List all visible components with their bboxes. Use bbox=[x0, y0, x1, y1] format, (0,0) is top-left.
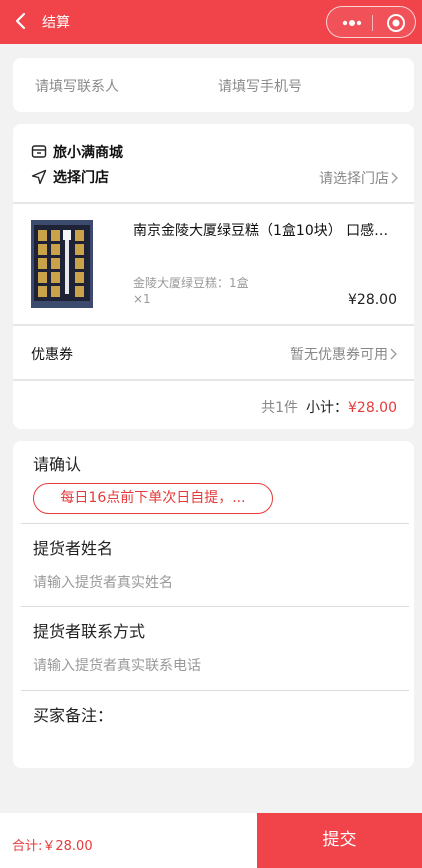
subtotal-label: 小计： bbox=[306, 400, 348, 416]
chevron-right-icon bbox=[391, 172, 398, 184]
submit-button[interactable]: 提交 bbox=[257, 813, 422, 868]
buyer-remark-label: 买家备注： bbox=[33, 706, 114, 725]
store-icon bbox=[31, 145, 47, 158]
product-title[interactable]: 南京金陵大厦绿豆糕（1盒10块） 口感细腻 bbox=[133, 220, 401, 240]
divider bbox=[21, 523, 409, 524]
divider bbox=[13, 379, 414, 381]
pickup-form-card: 请确认 每日16点前下单次日自提，... 提货者姓名 请输入提货者真实姓名 提货… bbox=[13, 441, 414, 768]
navigation-arrow-icon bbox=[31, 169, 47, 185]
order-total: 合计:￥28.00 bbox=[12, 839, 93, 854]
order-card: 旅小满商城 选择门店 请选择门店 南京金陵大厦绿豆糕（1盒10块） 口感细腻 金… bbox=[13, 124, 414, 429]
mini-program-capsule bbox=[326, 6, 416, 38]
picker-contact-input[interactable]: 请输入提货者真实联系电话 bbox=[33, 655, 201, 675]
confirm-label: 请确认 bbox=[33, 455, 82, 474]
select-shop-row[interactable]: 选择门店 请选择门店 bbox=[31, 166, 398, 188]
coupon-label[interactable]: 优惠券 bbox=[31, 344, 73, 364]
product-image[interactable] bbox=[31, 220, 93, 308]
chevron-right-icon[interactable] bbox=[390, 348, 398, 360]
capsule-divider bbox=[372, 15, 373, 31]
store-name: 旅小满商城 bbox=[53, 145, 123, 161]
product-price: ¥28.00 bbox=[348, 292, 397, 308]
picker-name-input[interactable]: 请输入提货者真实姓名 bbox=[33, 572, 173, 592]
picker-name-label: 提货者姓名 bbox=[33, 539, 114, 558]
top-nav-bar: 结算 bbox=[0, 0, 422, 44]
chevron-left-icon[interactable] bbox=[10, 10, 32, 32]
item-count: 共1件 bbox=[261, 400, 298, 416]
page-title: 结算 bbox=[42, 15, 70, 31]
product-quantity: ×1 bbox=[133, 292, 151, 306]
divider bbox=[21, 606, 409, 607]
select-shop-label: 选择门店 bbox=[53, 170, 109, 186]
select-shop-placeholder: 请选择门店 bbox=[319, 171, 389, 187]
contact-card: 请填写联系人 请填写手机号 bbox=[13, 58, 414, 112]
divider bbox=[13, 324, 414, 326]
coupon-value[interactable]: 暂无优惠券可用 bbox=[290, 344, 388, 364]
checkout-footer: 合计:￥28.00 提交 bbox=[0, 813, 422, 868]
subtotal-row: 共1件 小计：¥28.00 bbox=[261, 397, 397, 417]
contact-name-input[interactable]: 请填写联系人 bbox=[35, 76, 119, 96]
buyer-remark-input[interactable] bbox=[33, 729, 393, 759]
product-spec: 金陵大厦绿豆糕：1盒 bbox=[133, 276, 249, 290]
subtotal-amount: ¥28.00 bbox=[348, 400, 397, 416]
target-circle-icon[interactable] bbox=[386, 13, 406, 33]
divider bbox=[21, 690, 409, 691]
pickup-notice-badge[interactable]: 每日16点前下单次日自提，... bbox=[33, 483, 273, 514]
divider bbox=[13, 202, 414, 204]
more-dots-icon[interactable] bbox=[341, 16, 363, 30]
picker-contact-label: 提货者联系方式 bbox=[33, 622, 146, 641]
contact-phone-input[interactable]: 请填写手机号 bbox=[218, 76, 302, 96]
